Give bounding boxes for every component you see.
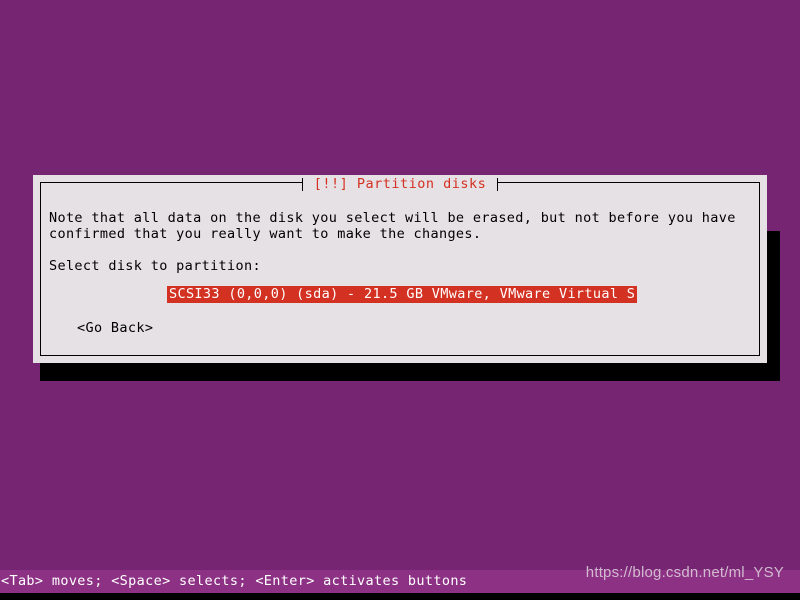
note-text-line-1: Note that all data on the disk you selec… xyxy=(49,210,736,226)
dialog-body: Note that all data on the disk you selec… xyxy=(33,175,767,363)
go-back-button[interactable]: <Go Back> xyxy=(77,320,153,336)
disk-option-sda[interactable]: SCSI33 (0,0,0) (sda) - 21.5 GB VMware, V… xyxy=(167,286,638,303)
dialog-panel: [!!] Partition disks Note that all data … xyxy=(33,175,767,363)
note-text-line-2: confirmed that you really want to make t… xyxy=(49,226,482,242)
dialog-shadow-bottom xyxy=(40,363,780,381)
watermark-text: https://blog.csdn.net/ml_YSY xyxy=(585,564,784,581)
select-disk-label: Select disk to partition: xyxy=(49,258,261,274)
partition-disks-dialog: [!!] Partition disks Note that all data … xyxy=(33,175,780,381)
dialog-shadow-right xyxy=(767,231,780,381)
installer-screen: [!!] Partition disks Note that all data … xyxy=(0,0,800,600)
bottom-black-strip xyxy=(0,593,800,600)
